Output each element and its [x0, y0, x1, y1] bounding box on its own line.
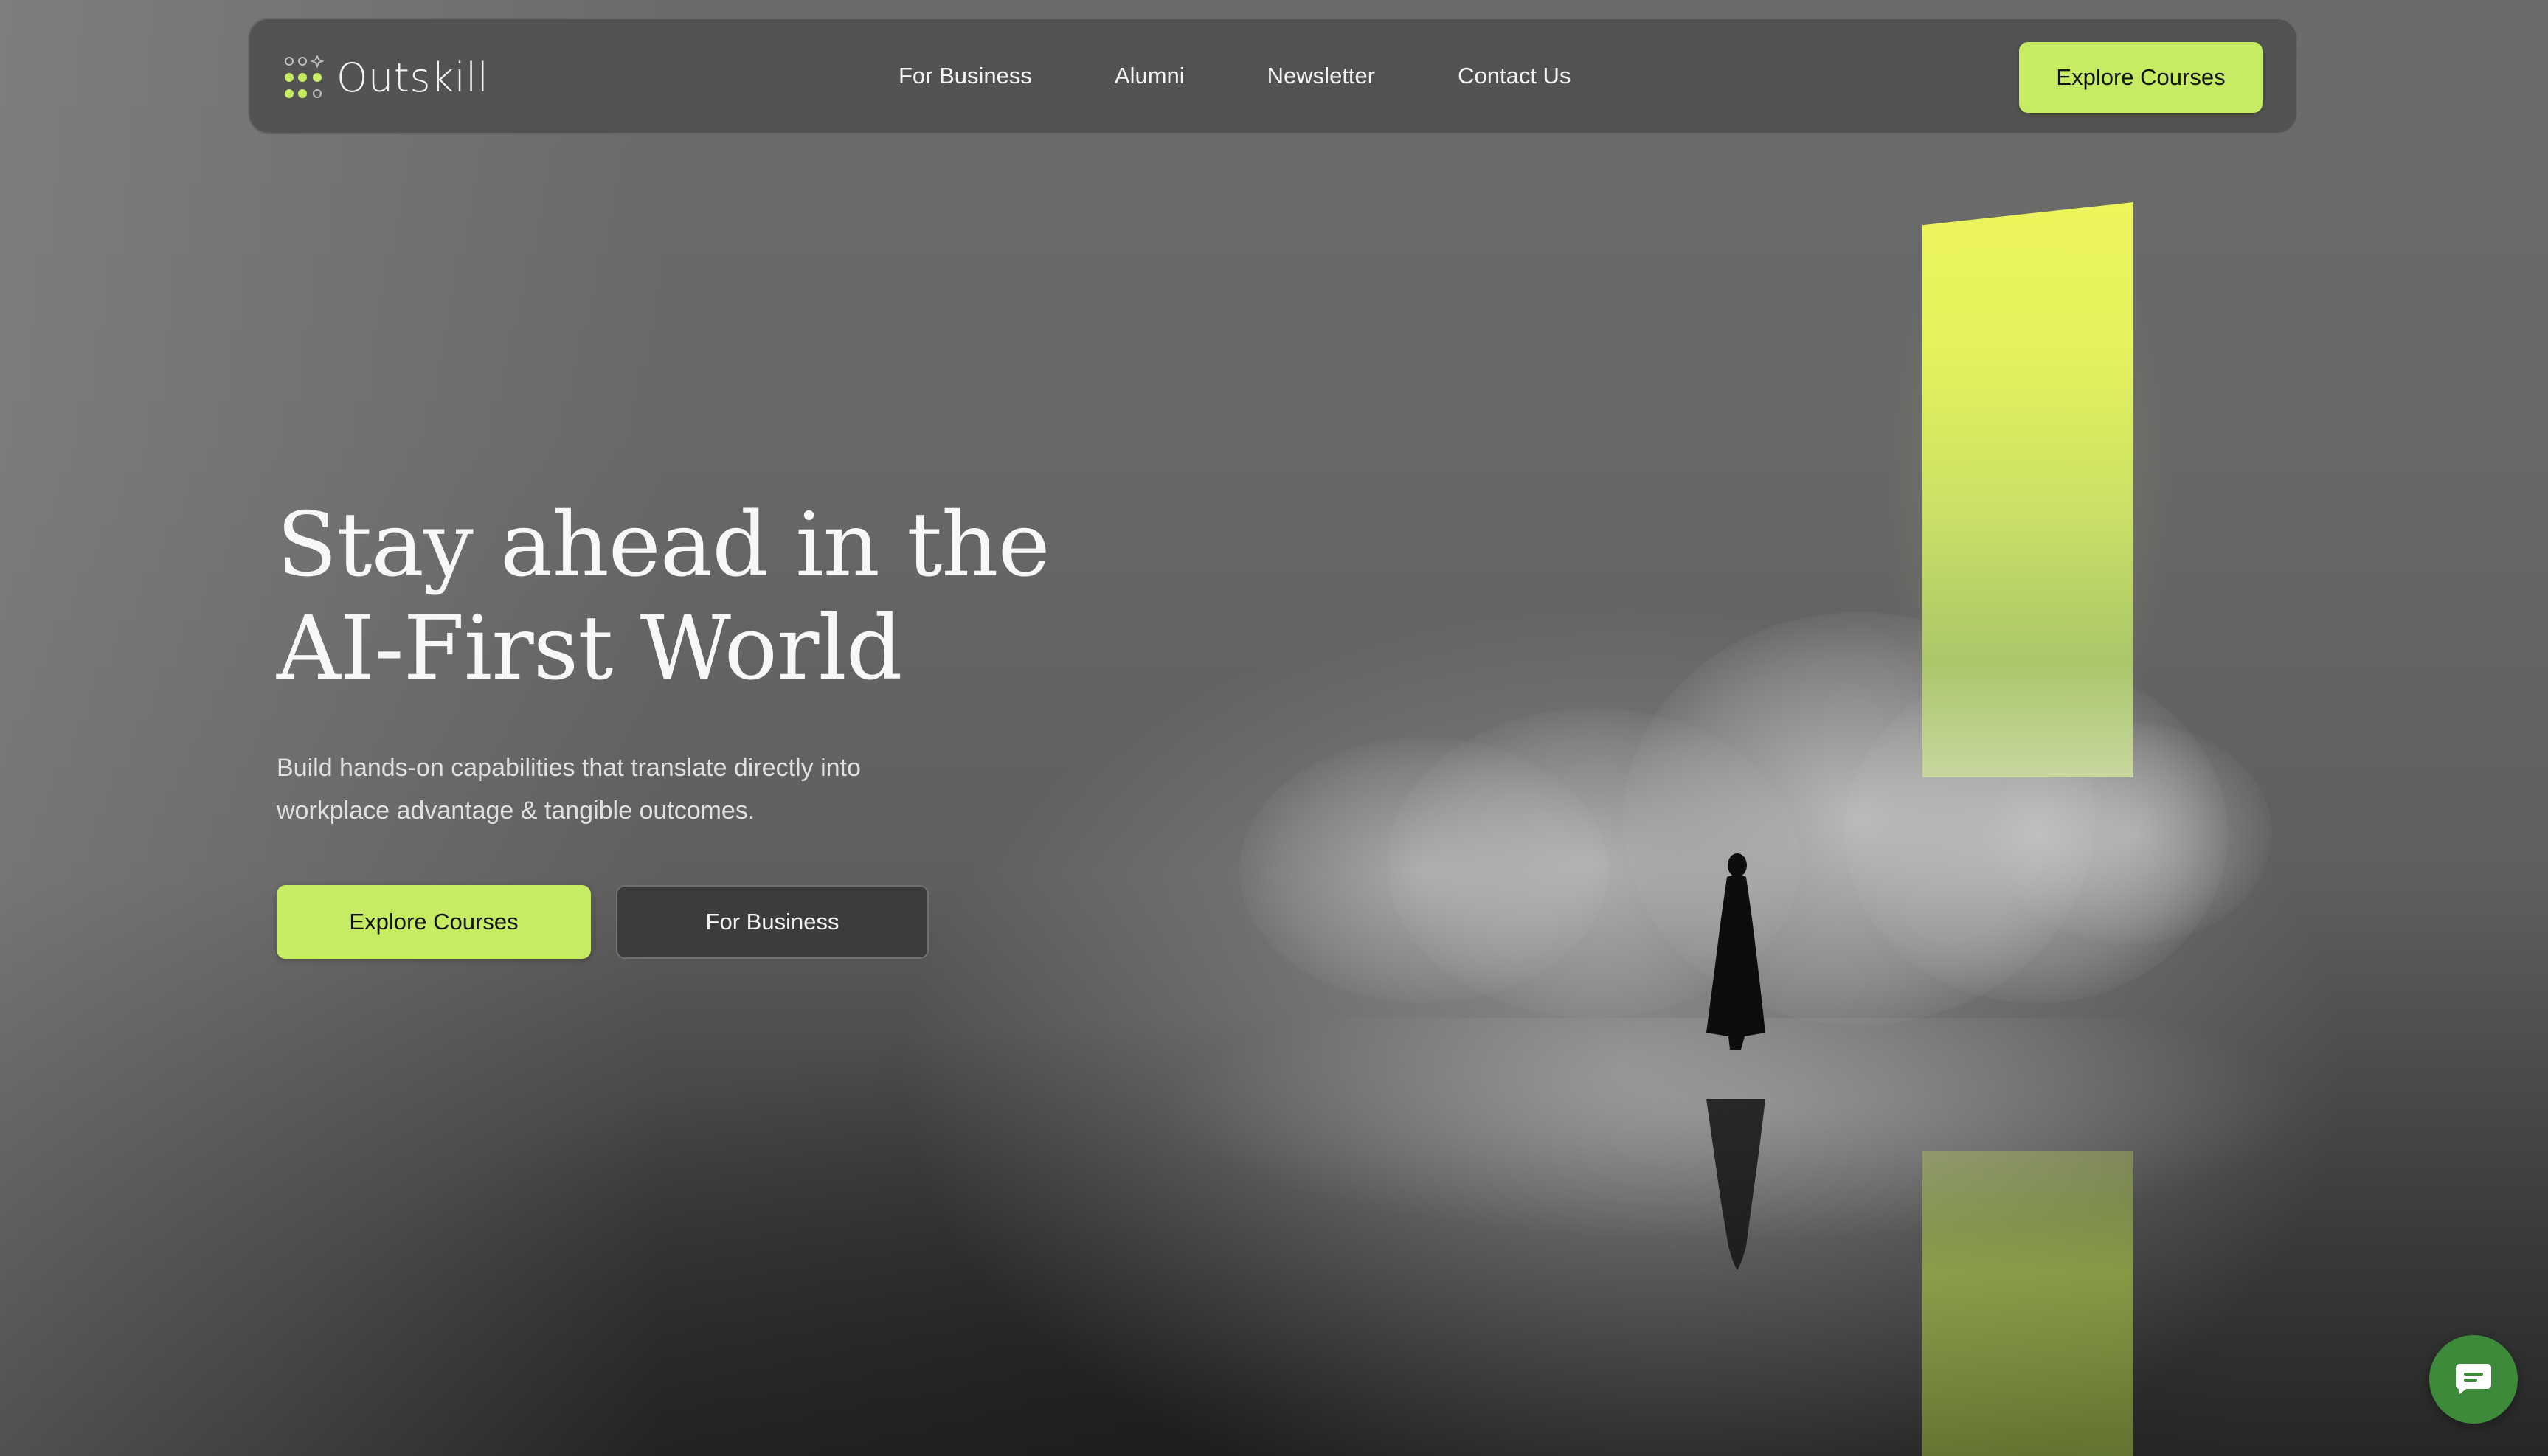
figure-reflection: [1706, 1099, 1765, 1270]
portal-reflection: [1922, 1151, 2133, 1456]
nav-links: For Business Alumni Newsletter Contact U…: [899, 19, 1571, 133]
nav-explore-courses-button[interactable]: Explore Courses: [2019, 42, 2263, 113]
brand-name: Outskill: [336, 54, 489, 101]
chat-launcher-button[interactable]: [2429, 1335, 2518, 1424]
hero-actions: Explore Courses For Business: [277, 885, 1309, 959]
explore-courses-button[interactable]: Explore Courses: [277, 885, 591, 959]
glowing-portal: [1922, 202, 2133, 777]
dot-grid-sparkle-icon: [285, 55, 325, 98]
top-navigation: Outskill For Business Alumni Newsletter …: [248, 18, 2298, 134]
hero-title-line-2: AI-First World: [277, 597, 903, 700]
hero-subtitle-line-1: Build hands-on capabilities that transla…: [277, 754, 861, 782]
chat-bubble-icon: [2456, 1364, 2491, 1395]
hero-title-line-1: Stay ahead in the: [277, 494, 1050, 597]
hero-section: Stay ahead in the AI-First World Build h…: [277, 494, 1309, 959]
nav-link-newsletter[interactable]: Newsletter: [1267, 63, 1375, 89]
landing-page: Outskill For Business Alumni Newsletter …: [0, 0, 2548, 1456]
nav-link-alumni[interactable]: Alumni: [1115, 63, 1185, 89]
nav-link-for-business[interactable]: For Business: [899, 63, 1032, 89]
nav-link-contact-us[interactable]: Contact Us: [1458, 63, 1571, 89]
hero-title: Stay ahead in the AI-First World: [277, 494, 1309, 701]
for-business-button[interactable]: For Business: [616, 885, 929, 959]
brand-logo[interactable]: Outskill: [283, 53, 488, 102]
standing-figure-silhouette: [1706, 853, 1765, 1050]
hero-subtitle: Build hands-on capabilities that transla…: [277, 746, 1014, 832]
hero-subtitle-line-2: workplace advantage & tangible outcomes.: [277, 797, 755, 825]
